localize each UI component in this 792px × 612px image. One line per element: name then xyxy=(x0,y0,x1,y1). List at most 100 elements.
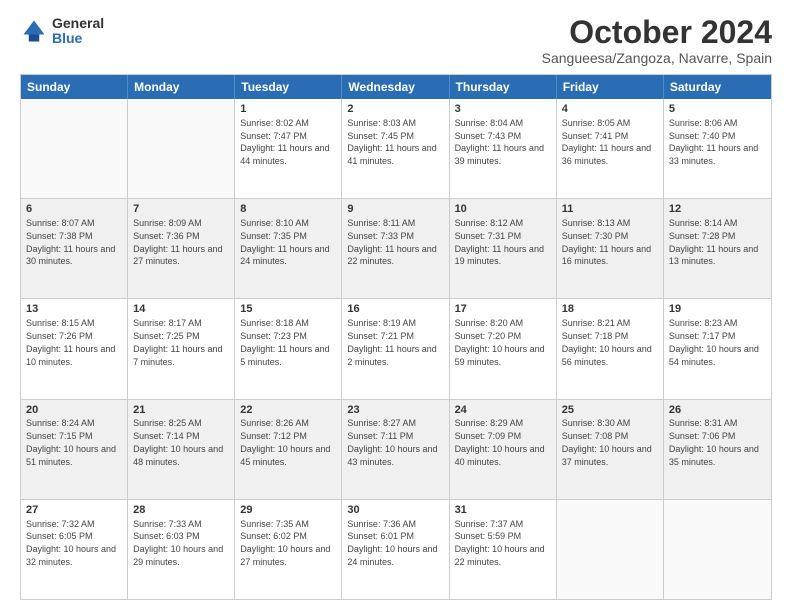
day-number: 31 xyxy=(455,503,551,518)
day-number: 3 xyxy=(455,102,551,117)
day-info: Sunrise: 8:02 AM Sunset: 7:47 PM Dayligh… xyxy=(240,118,329,166)
weekday-header: Monday xyxy=(128,75,235,99)
day-info: Sunrise: 8:10 AM Sunset: 7:35 PM Dayligh… xyxy=(240,218,329,266)
calendar-row: 20Sunrise: 8:24 AM Sunset: 7:15 PM Dayli… xyxy=(21,399,771,499)
day-info: Sunrise: 8:25 AM Sunset: 7:14 PM Dayligh… xyxy=(133,418,223,466)
calendar-cell xyxy=(557,500,664,599)
calendar-cell: 30Sunrise: 7:36 AM Sunset: 6:01 PM Dayli… xyxy=(342,500,449,599)
day-info: Sunrise: 8:29 AM Sunset: 7:09 PM Dayligh… xyxy=(455,418,545,466)
day-info: Sunrise: 8:04 AM Sunset: 7:43 PM Dayligh… xyxy=(455,118,544,166)
day-info: Sunrise: 8:12 AM Sunset: 7:31 PM Dayligh… xyxy=(455,218,544,266)
day-number: 19 xyxy=(669,302,766,317)
day-number: 10 xyxy=(455,202,551,217)
weekday-header: Saturday xyxy=(664,75,771,99)
day-info: Sunrise: 8:09 AM Sunset: 7:36 PM Dayligh… xyxy=(133,218,222,266)
calendar-cell: 20Sunrise: 8:24 AM Sunset: 7:15 PM Dayli… xyxy=(21,400,128,499)
calendar-cell: 27Sunrise: 7:32 AM Sunset: 6:05 PM Dayli… xyxy=(21,500,128,599)
calendar-cell xyxy=(128,99,235,198)
calendar-cell: 17Sunrise: 8:20 AM Sunset: 7:20 PM Dayli… xyxy=(450,299,557,398)
logo-text: General Blue xyxy=(52,16,104,47)
day-info: Sunrise: 8:17 AM Sunset: 7:25 PM Dayligh… xyxy=(133,318,222,366)
day-number: 13 xyxy=(26,302,122,317)
calendar-cell: 18Sunrise: 8:21 AM Sunset: 7:18 PM Dayli… xyxy=(557,299,664,398)
day-number: 20 xyxy=(26,403,122,418)
logo: General Blue xyxy=(20,16,104,47)
logo-general: General xyxy=(52,16,104,31)
day-number: 29 xyxy=(240,503,336,518)
calendar-header: SundayMondayTuesdayWednesdayThursdayFrid… xyxy=(21,75,771,99)
day-number: 5 xyxy=(669,102,766,117)
weekday-header: Thursday xyxy=(450,75,557,99)
day-info: Sunrise: 8:13 AM Sunset: 7:30 PM Dayligh… xyxy=(562,218,651,266)
day-number: 1 xyxy=(240,102,336,117)
calendar-cell: 1Sunrise: 8:02 AM Sunset: 7:47 PM Daylig… xyxy=(235,99,342,198)
calendar-cell: 9Sunrise: 8:11 AM Sunset: 7:33 PM Daylig… xyxy=(342,199,449,298)
day-number: 8 xyxy=(240,202,336,217)
day-number: 30 xyxy=(347,503,443,518)
calendar-cell: 14Sunrise: 8:17 AM Sunset: 7:25 PM Dayli… xyxy=(128,299,235,398)
calendar-cell: 24Sunrise: 8:29 AM Sunset: 7:09 PM Dayli… xyxy=(450,400,557,499)
calendar-cell: 28Sunrise: 7:33 AM Sunset: 6:03 PM Dayli… xyxy=(128,500,235,599)
day-number: 26 xyxy=(669,403,766,418)
day-info: Sunrise: 8:27 AM Sunset: 7:11 PM Dayligh… xyxy=(347,418,437,466)
day-info: Sunrise: 8:03 AM Sunset: 7:45 PM Dayligh… xyxy=(347,118,436,166)
calendar-cell: 15Sunrise: 8:18 AM Sunset: 7:23 PM Dayli… xyxy=(235,299,342,398)
calendar-cell xyxy=(21,99,128,198)
day-info: Sunrise: 8:20 AM Sunset: 7:20 PM Dayligh… xyxy=(455,318,545,366)
day-number: 27 xyxy=(26,503,122,518)
day-number: 24 xyxy=(455,403,551,418)
calendar-cell: 3Sunrise: 8:04 AM Sunset: 7:43 PM Daylig… xyxy=(450,99,557,198)
title-location: Sangueesa/Zangoza, Navarre, Spain xyxy=(542,50,772,66)
calendar-cell: 16Sunrise: 8:19 AM Sunset: 7:21 PM Dayli… xyxy=(342,299,449,398)
title-block: October 2024 Sangueesa/Zangoza, Navarre,… xyxy=(542,16,772,66)
calendar-cell: 29Sunrise: 7:35 AM Sunset: 6:02 PM Dayli… xyxy=(235,500,342,599)
day-info: Sunrise: 8:23 AM Sunset: 7:17 PM Dayligh… xyxy=(669,318,759,366)
day-number: 25 xyxy=(562,403,658,418)
day-info: Sunrise: 7:35 AM Sunset: 6:02 PM Dayligh… xyxy=(240,519,330,567)
calendar-cell: 2Sunrise: 8:03 AM Sunset: 7:45 PM Daylig… xyxy=(342,99,449,198)
calendar-cell: 21Sunrise: 8:25 AM Sunset: 7:14 PM Dayli… xyxy=(128,400,235,499)
calendar-cell: 11Sunrise: 8:13 AM Sunset: 7:30 PM Dayli… xyxy=(557,199,664,298)
calendar-cell: 8Sunrise: 8:10 AM Sunset: 7:35 PM Daylig… xyxy=(235,199,342,298)
day-number: 7 xyxy=(133,202,229,217)
calendar: SundayMondayTuesdayWednesdayThursdayFrid… xyxy=(20,74,772,600)
header: General Blue October 2024 Sangueesa/Zang… xyxy=(20,16,772,66)
weekday-header: Sunday xyxy=(21,75,128,99)
calendar-row: 1Sunrise: 8:02 AM Sunset: 7:47 PM Daylig… xyxy=(21,99,771,198)
day-number: 17 xyxy=(455,302,551,317)
day-number: 14 xyxy=(133,302,229,317)
day-number: 22 xyxy=(240,403,336,418)
calendar-cell: 7Sunrise: 8:09 AM Sunset: 7:36 PM Daylig… xyxy=(128,199,235,298)
calendar-cell: 12Sunrise: 8:14 AM Sunset: 7:28 PM Dayli… xyxy=(664,199,771,298)
day-info: Sunrise: 8:05 AM Sunset: 7:41 PM Dayligh… xyxy=(562,118,651,166)
day-number: 4 xyxy=(562,102,658,117)
calendar-cell: 6Sunrise: 8:07 AM Sunset: 7:38 PM Daylig… xyxy=(21,199,128,298)
calendar-cell: 5Sunrise: 8:06 AM Sunset: 7:40 PM Daylig… xyxy=(664,99,771,198)
calendar-cell: 31Sunrise: 7:37 AM Sunset: 5:59 PM Dayli… xyxy=(450,500,557,599)
calendar-cell xyxy=(664,500,771,599)
calendar-row: 13Sunrise: 8:15 AM Sunset: 7:26 PM Dayli… xyxy=(21,298,771,398)
calendar-cell: 13Sunrise: 8:15 AM Sunset: 7:26 PM Dayli… xyxy=(21,299,128,398)
calendar-cell: 26Sunrise: 8:31 AM Sunset: 7:06 PM Dayli… xyxy=(664,400,771,499)
day-info: Sunrise: 8:14 AM Sunset: 7:28 PM Dayligh… xyxy=(669,218,758,266)
weekday-header: Wednesday xyxy=(342,75,449,99)
day-info: Sunrise: 8:11 AM Sunset: 7:33 PM Dayligh… xyxy=(347,218,436,266)
weekday-header: Tuesday xyxy=(235,75,342,99)
page: General Blue October 2024 Sangueesa/Zang… xyxy=(0,0,792,612)
day-info: Sunrise: 8:18 AM Sunset: 7:23 PM Dayligh… xyxy=(240,318,329,366)
logo-icon xyxy=(20,17,48,45)
day-number: 23 xyxy=(347,403,443,418)
day-info: Sunrise: 8:26 AM Sunset: 7:12 PM Dayligh… xyxy=(240,418,330,466)
day-number: 18 xyxy=(562,302,658,317)
day-number: 28 xyxy=(133,503,229,518)
calendar-row: 27Sunrise: 7:32 AM Sunset: 6:05 PM Dayli… xyxy=(21,499,771,599)
calendar-cell: 4Sunrise: 8:05 AM Sunset: 7:41 PM Daylig… xyxy=(557,99,664,198)
day-info: Sunrise: 8:06 AM Sunset: 7:40 PM Dayligh… xyxy=(669,118,758,166)
day-number: 15 xyxy=(240,302,336,317)
day-info: Sunrise: 7:33 AM Sunset: 6:03 PM Dayligh… xyxy=(133,519,223,567)
calendar-cell: 22Sunrise: 8:26 AM Sunset: 7:12 PM Dayli… xyxy=(235,400,342,499)
calendar-cell: 10Sunrise: 8:12 AM Sunset: 7:31 PM Dayli… xyxy=(450,199,557,298)
logo-blue: Blue xyxy=(52,31,104,46)
calendar-cell: 19Sunrise: 8:23 AM Sunset: 7:17 PM Dayli… xyxy=(664,299,771,398)
day-info: Sunrise: 8:24 AM Sunset: 7:15 PM Dayligh… xyxy=(26,418,116,466)
